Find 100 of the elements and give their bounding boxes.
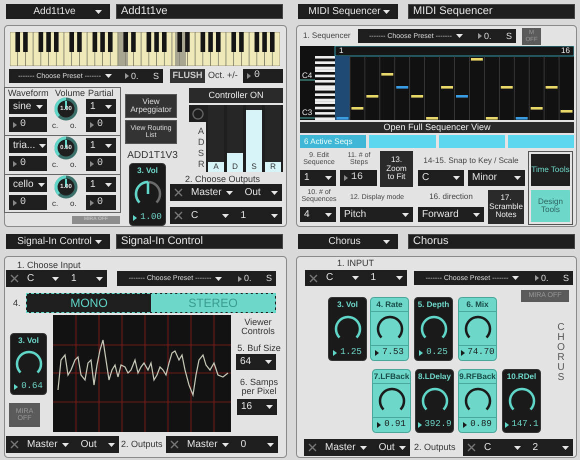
module-dropdown[interactable]: Chorus xyxy=(298,234,398,249)
number-field[interactable]: 0. xyxy=(234,274,262,283)
triangle-icon xyxy=(375,350,380,356)
number-field[interactable]: 0 xyxy=(86,117,116,132)
module-dropdown[interactable]: Add1t1ve xyxy=(6,4,110,19)
dropdown[interactable]: 1 xyxy=(86,99,116,114)
flush-button[interactable]: FLUSH xyxy=(170,69,205,83)
view-button[interactable]: View Arpeggiator xyxy=(125,94,177,118)
dropdown[interactable]: Master xyxy=(183,440,233,450)
number-field[interactable]: 0.91 xyxy=(373,417,410,432)
name-field[interactable]: Add1t1ve xyxy=(116,4,283,19)
caret-icon xyxy=(222,214,228,218)
label: 4. xyxy=(13,299,22,309)
dropdown[interactable]: C xyxy=(23,274,63,284)
knob[interactable] xyxy=(54,97,78,121)
controller-button[interactable]: Controller ON xyxy=(189,88,283,103)
number-field[interactable]: 74.70 xyxy=(459,345,496,360)
number-field[interactable]: 0 xyxy=(86,195,116,210)
dropdown[interactable]: 1 xyxy=(300,170,336,186)
dropdown[interactable]: 1 xyxy=(86,138,116,153)
number-field[interactable]: 0 xyxy=(9,195,47,210)
output-selector[interactable]: Master Out xyxy=(170,184,282,201)
number-field[interactable]: 0.64 xyxy=(11,380,46,394)
dropdown[interactable]: C xyxy=(480,442,524,452)
number-field[interactable]: 16 xyxy=(340,170,377,186)
output-selector[interactable]: C 2 xyxy=(463,439,573,456)
envelope-bar[interactable]: R xyxy=(265,162,281,172)
number-field[interactable]: 0 xyxy=(9,156,47,171)
dial-label: 3. Vol xyxy=(336,299,359,311)
zoom-button[interactable]: 13. Zoom to Fit xyxy=(380,151,413,187)
envelope-bar[interactable]: D xyxy=(227,153,243,172)
output-selector[interactable]: Master Out xyxy=(304,439,410,456)
dropdown[interactable]: 16 xyxy=(237,399,277,415)
label: c. xyxy=(52,200,60,208)
caret-icon xyxy=(383,10,390,14)
output-selector[interactable]: C 1 xyxy=(6,270,107,287)
scramble-button[interactable]: 17. Scramble Notes xyxy=(488,190,524,224)
name-field[interactable]: Chorus xyxy=(408,234,575,249)
number-field[interactable]: 392.9 xyxy=(416,418,453,432)
number-field[interactable]: 0. xyxy=(530,274,559,282)
name-field[interactable]: MIDI Sequencer xyxy=(408,4,575,19)
output-selector[interactable]: Master 0 xyxy=(166,436,278,453)
module-dropdown[interactable]: MIDI Sequencer xyxy=(298,4,398,19)
number-field[interactable]: 147.1 xyxy=(503,418,540,432)
store-button[interactable]: S xyxy=(558,274,573,282)
dropdown[interactable]: C xyxy=(418,170,464,186)
output-selector[interactable]: C 1 xyxy=(170,207,282,224)
caret-icon xyxy=(271,214,278,218)
output-selector[interactable]: C 1 xyxy=(305,270,407,286)
dropdown[interactable]: 4 xyxy=(300,207,336,222)
tool-button[interactable]: Design Tools xyxy=(531,190,570,222)
dropdown[interactable]: 1 xyxy=(366,273,407,283)
number-field[interactable]: 0 xyxy=(243,69,283,83)
dropdown[interactable]: Out xyxy=(240,188,282,198)
envelope-bar[interactable]: S xyxy=(246,110,262,172)
knob[interactable] xyxy=(54,136,78,160)
store-button[interactable]: S xyxy=(148,72,163,80)
dropdown[interactable]: 1 xyxy=(236,210,282,220)
dropdown[interactable]: Forward xyxy=(418,207,484,222)
store-button[interactable]: S xyxy=(262,274,276,283)
dropdown[interactable]: tria... xyxy=(9,138,47,153)
envelope-bar[interactable]: A xyxy=(208,162,224,172)
cross-icon xyxy=(467,443,476,452)
knob[interactable] xyxy=(54,175,78,199)
dropdown[interactable]: 2 xyxy=(528,442,573,452)
number-field[interactable]: 0. xyxy=(120,72,149,80)
dial-label: 5. Depth xyxy=(416,299,450,311)
dropdown[interactable]: C xyxy=(187,210,232,220)
store-button[interactable]: S xyxy=(502,32,516,40)
dropdown[interactable]: 1 xyxy=(67,274,107,284)
dropdown[interactable]: sine xyxy=(9,99,47,114)
label: 2. Outputs xyxy=(121,440,164,450)
triangle-icon xyxy=(463,422,468,428)
dropdown[interactable]: Master xyxy=(187,188,237,198)
output-selector[interactable]: Master Out xyxy=(6,436,119,453)
open-view-button[interactable]: Open Full Sequencer View xyxy=(300,122,574,133)
number-field[interactable]: 0. xyxy=(474,32,502,40)
dropdown[interactable]: Pitch xyxy=(340,207,413,222)
dropdown[interactable]: C xyxy=(322,273,362,283)
dropdown[interactable]: Master xyxy=(321,442,371,452)
dropdown[interactable]: cello xyxy=(9,177,47,192)
number-field[interactable]: 0.89 xyxy=(459,417,496,432)
tool-button[interactable]: Time Tools xyxy=(531,154,570,186)
cross-icon xyxy=(170,440,179,449)
dropdown[interactable]: 0 xyxy=(236,440,278,450)
number-field[interactable]: 1.00 xyxy=(130,211,165,225)
dropdown[interactable]: 64 xyxy=(236,354,276,370)
number-field[interactable]: 7.53 xyxy=(371,345,408,360)
number-field[interactable]: 1.25 xyxy=(329,346,366,360)
dropdown[interactable]: Minor xyxy=(468,170,525,186)
number-field[interactable]: 0.25 xyxy=(415,346,452,360)
dropdown[interactable]: Out xyxy=(76,440,119,450)
dropdown[interactable]: Out xyxy=(374,442,410,452)
number-field[interactable]: 0 xyxy=(86,156,116,171)
name-field[interactable]: Signal-In Control xyxy=(116,234,283,249)
module-dropdown[interactable]: Signal-In Control xyxy=(6,234,110,249)
dropdown[interactable]: Master xyxy=(23,440,73,450)
dropdown[interactable]: 1 xyxy=(86,177,116,192)
label: o. xyxy=(70,161,78,169)
number-field[interactable]: 0 xyxy=(9,117,47,132)
